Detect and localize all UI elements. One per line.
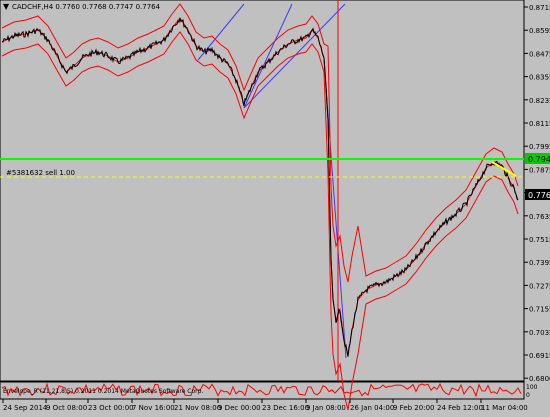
y-tick-label: 0.7155 — [529, 306, 550, 314]
x-axis: 24 Sep 20149 Oct 08:00 23 Oct 00:007 Nov … — [2, 399, 528, 412]
symbol-header: CADCHF,H4 0.7760 0.7768 0.7747 0.7764 — [12, 3, 161, 11]
x-tick-label: 7 Nov 16:00 — [132, 404, 175, 412]
y-tick-label: 0.7635 — [529, 213, 550, 221]
y-tick-label: 0.6800 — [529, 375, 550, 383]
y-tick-label: 0.6915 — [529, 352, 550, 360]
x-tick-label: 9 Oct 08:00 — [46, 404, 87, 412]
order-label: #5381632 sell 1.00 — [6, 169, 75, 177]
y-tick-label: 0.7995 — [529, 143, 550, 151]
x-tick-label: 24 Feb 12:00 — [437, 404, 483, 412]
y-tick-label: 0.7275 — [529, 282, 550, 290]
y-tick-label: 0.8115 — [529, 120, 550, 128]
x-tick-label: 23 Dec 16:00 — [262, 404, 309, 412]
y-tick-label: 0.8355 — [529, 74, 550, 82]
y-tick-label: 0.7035 — [529, 329, 550, 337]
y-tick-label: 0.7395 — [529, 259, 550, 267]
bid-price-label: 0.7764 — [528, 191, 550, 200]
y-tick-label: 0.8595 — [529, 27, 550, 35]
y-tick-label: 0.7875 — [529, 166, 550, 174]
chart-window[interactable]: 0.8715 0.8595 0.8475 0.8355 0.8235 0.8115 0.79… — [0, 0, 550, 413]
x-tick-label: 21 Nov 08:00 — [174, 404, 221, 412]
y-tick-label: 0.7515 — [529, 236, 550, 244]
indicator-axis-bottom: 0 — [526, 392, 530, 399]
y-tick-label: 0.8475 — [529, 50, 550, 58]
y-tick-label: 0.8715 — [529, 4, 550, 12]
level-price-label: 0.7942 — [528, 155, 550, 164]
y-tick-label: 0.8235 — [529, 97, 550, 105]
collapse-icon[interactable]: ▼ — [3, 2, 10, 11]
x-tick-label: 24 Sep 2014 — [3, 404, 48, 412]
x-tick-label: 9 Dec 00:00 — [218, 404, 261, 412]
x-tick-label: 9 Feb 20:00 — [393, 404, 434, 412]
indicator-label: Envelope_R (21,21,8,5) 0.2011 0.2014 Met… — [3, 388, 203, 395]
x-tick-label: 11 Mar 04:00 — [481, 404, 528, 412]
indicator-axis-top: 100 — [526, 384, 538, 391]
x-tick-label: 9 Jan 08:00 — [306, 404, 346, 412]
price-panel[interactable] — [0, 0, 525, 382]
x-tick-label: 23 Oct 00:00 — [88, 404, 134, 412]
chart-canvas[interactable]: 0.8715 0.8595 0.8475 0.8355 0.8235 0.8115 0.79… — [0, 0, 550, 413]
x-tick-label: 26 Jan 04:00 — [350, 404, 394, 412]
